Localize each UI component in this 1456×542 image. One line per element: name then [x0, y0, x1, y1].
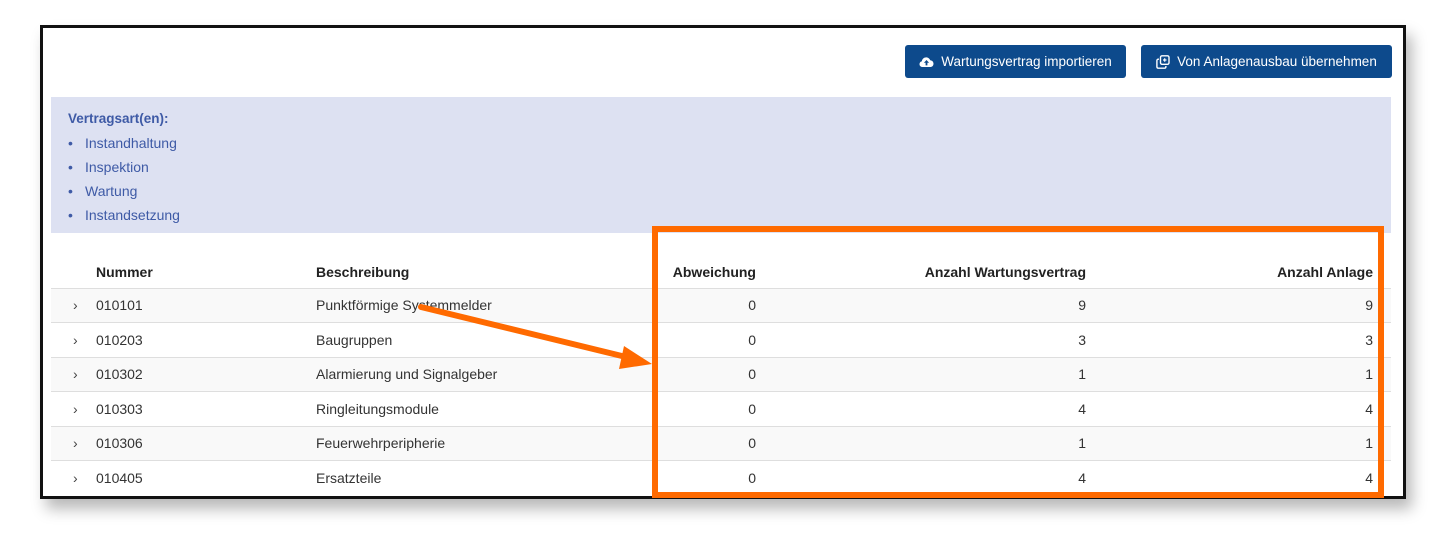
cell-nummer: 010303: [96, 391, 316, 426]
column-header-beschreibung[interactable]: Beschreibung: [316, 250, 666, 288]
table-row[interactable]: › 010405 Ersatzteile 0 4 4: [51, 460, 1391, 495]
contract-types-panel: Vertragsart(en): Instandhaltung Inspekti…: [51, 97, 1391, 233]
contract-type-item: Instandsetzung: [68, 206, 1391, 230]
chevron-right-icon[interactable]: ›: [51, 401, 78, 417]
cell-nummer: 010101: [96, 287, 316, 323]
chevron-right-icon[interactable]: ›: [51, 470, 78, 486]
contract-type-item: Inspektion: [68, 158, 1391, 182]
cell-beschreibung: Feuerwehrperipherie: [316, 425, 666, 461]
column-header-anzahl-wartungsvertrag[interactable]: Anzahl Wartungsvertrag: [756, 250, 1086, 288]
cell-nummer: 010306: [96, 425, 316, 461]
contract-types-title: Vertragsart(en):: [68, 111, 169, 126]
cell-anzahl-anlage: 3: [1086, 322, 1391, 357]
import-contract-button[interactable]: Wartungsvertrag importieren: [905, 45, 1126, 78]
chevron-right-icon[interactable]: ›: [51, 366, 78, 382]
cell-anzahl-anlage: 1: [1086, 356, 1391, 392]
column-header-abweichung[interactable]: Abweichung: [666, 250, 756, 288]
chevron-right-icon[interactable]: ›: [51, 297, 78, 313]
cell-beschreibung: Ringleitungsmodule: [316, 391, 666, 426]
copy-from-plant-label: Von Anlagenausbau übernehmen: [1177, 54, 1377, 69]
cell-nummer: 010405: [96, 460, 316, 495]
cell-beschreibung: Alarmierung und Signalgeber: [316, 356, 666, 392]
cell-nummer: 010203: [96, 322, 316, 357]
import-contract-label: Wartungsvertrag importieren: [941, 54, 1112, 69]
cell-anzahl-anlage: 9: [1086, 287, 1391, 323]
table-row[interactable]: › 010101 Punktförmige Systemmelder 0 9 9: [51, 287, 1391, 323]
cloud-upload-icon: [919, 56, 934, 68]
copy-from-plant-button[interactable]: Von Anlagenausbau übernehmen: [1141, 45, 1392, 78]
table-header-row: Nummer Beschreibung Abweichung Anzahl Wa…: [51, 250, 1391, 288]
cell-anzahl-anlage: 4: [1086, 460, 1391, 495]
cell-abweichung: 0: [666, 322, 756, 357]
cell-anzahl-wartungsvertrag: 4: [756, 391, 1086, 426]
maintenance-table: Nummer Beschreibung Abweichung Anzahl Wa…: [51, 250, 1391, 495]
table-row[interactable]: › 010203 Baugruppen 0 3 3: [51, 322, 1391, 357]
cell-abweichung: 0: [666, 356, 756, 392]
app-panel: Wartungsvertrag importieren Von Anlagena…: [40, 25, 1406, 499]
cell-beschreibung: Baugruppen: [316, 322, 666, 357]
column-header-nummer[interactable]: Nummer: [96, 250, 316, 288]
copy-icon: [1156, 54, 1170, 69]
cell-anzahl-wartungsvertrag: 1: [756, 356, 1086, 392]
cell-beschreibung: Ersatzteile: [316, 460, 666, 495]
chevron-right-icon[interactable]: ›: [51, 332, 78, 348]
contract-types-list: Instandhaltung Inspektion Wartung Instan…: [68, 134, 1391, 230]
column-header-anzahl-anlage[interactable]: Anzahl Anlage: [1086, 250, 1391, 288]
expand-column-header: [51, 250, 96, 288]
cell-nummer: 010302: [96, 356, 316, 392]
cell-anzahl-wartungsvertrag: 4: [756, 460, 1086, 495]
cell-abweichung: 0: [666, 391, 756, 426]
cell-beschreibung: Punktförmige Systemmelder: [316, 287, 666, 323]
table-row[interactable]: › 010306 Feuerwehrperipherie 0 1 1: [51, 425, 1391, 461]
table-row[interactable]: › 010303 Ringleitungsmodule 0 4 4: [51, 391, 1391, 426]
table-row[interactable]: › 010302 Alarmierung und Signalgeber 0 1…: [51, 356, 1391, 392]
cell-anzahl-wartungsvertrag: 9: [756, 287, 1086, 323]
contract-type-item: Wartung: [68, 182, 1391, 206]
contract-type-item: Instandhaltung: [68, 134, 1391, 158]
cell-abweichung: 0: [666, 460, 756, 495]
chevron-right-icon[interactable]: ›: [51, 435, 78, 451]
cell-anzahl-wartungsvertrag: 3: [756, 322, 1086, 357]
cell-abweichung: 0: [666, 287, 756, 323]
cell-anzahl-anlage: 1: [1086, 425, 1391, 461]
cell-anzahl-anlage: 4: [1086, 391, 1391, 426]
cell-anzahl-wartungsvertrag: 1: [756, 425, 1086, 461]
cell-abweichung: 0: [666, 425, 756, 461]
